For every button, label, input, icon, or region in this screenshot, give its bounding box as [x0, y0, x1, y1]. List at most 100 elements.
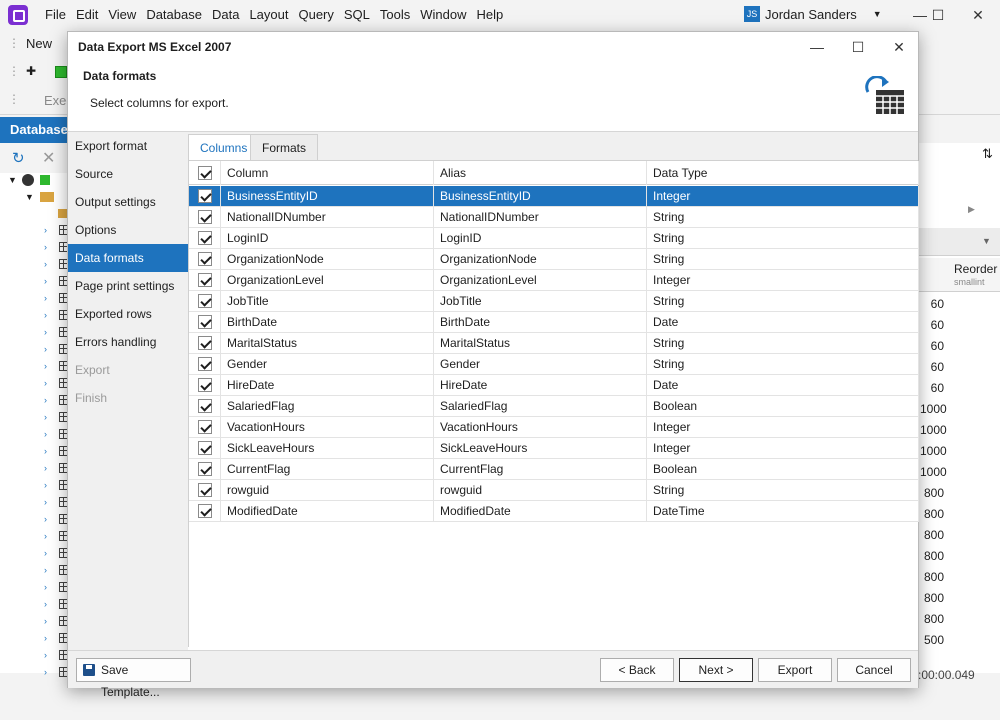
tree-row[interactable]: ›	[0, 579, 69, 596]
chevron-right-icon[interactable]: ›	[44, 582, 47, 592]
close-icon[interactable]: ✕	[960, 0, 996, 30]
chevron-right-icon[interactable]: ›	[44, 327, 47, 337]
cancel-button[interactable]: Cancel	[837, 658, 911, 682]
cell-alias[interactable]: ModifiedDate	[434, 501, 647, 522]
chevron-right-icon[interactable]: ›	[44, 565, 47, 575]
cell-alias[interactable]: HireDate	[434, 375, 647, 396]
export-button[interactable]: Export	[758, 658, 832, 682]
tree-row[interactable]: ›	[0, 307, 69, 324]
table-row[interactable]: OrganizationNode OrganizationNode String	[189, 249, 919, 270]
chevron-right-icon[interactable]: ›	[44, 310, 47, 320]
chevron-right-icon[interactable]: ›	[44, 531, 47, 541]
tree-row[interactable]: ›	[0, 664, 69, 681]
tree-row[interactable]: ›	[0, 613, 69, 630]
maximize-icon[interactable]: ☐	[840, 34, 876, 60]
row-checkbox[interactable]	[198, 399, 212, 413]
nav-item-output-settings[interactable]: Output settings	[68, 188, 188, 216]
row-checkbox[interactable]	[198, 273, 212, 287]
tree-row[interactable]: ›	[0, 443, 69, 460]
chevron-right-icon[interactable]: ›	[44, 667, 47, 677]
column-header-reorder[interactable]: Reorder smallint	[918, 258, 1000, 292]
select-all-checkbox[interactable]	[198, 166, 212, 180]
menu-query[interactable]: Query	[293, 0, 338, 30]
chevron-right-icon[interactable]: ›	[44, 616, 47, 626]
cell-alias[interactable]: BirthDate	[434, 312, 647, 333]
nav-item-data-formats[interactable]: Data formats	[68, 244, 188, 272]
close-icon[interactable]: ✕	[881, 34, 917, 60]
tree-row[interactable]: ›	[0, 494, 69, 511]
cell-alias[interactable]: BusinessEntityID	[434, 186, 647, 207]
user-menu[interactable]: JS Jordan Sanders ▼	[744, 6, 882, 22]
chevron-right-icon[interactable]: ›	[44, 412, 47, 422]
row-checkbox[interactable]	[198, 420, 212, 434]
tree-row[interactable]: ›	[0, 290, 69, 307]
cell-alias[interactable]: Gender	[434, 354, 647, 375]
table-row[interactable]: JobTitle JobTitle String	[189, 291, 919, 312]
chevron-right-icon[interactable]: ›	[44, 650, 47, 660]
nav-item-errors-handling[interactable]: Errors handling	[68, 328, 188, 356]
nav-item-options[interactable]: Options	[68, 216, 188, 244]
chevron-down-icon[interactable]: ▼	[982, 236, 991, 246]
row-checkbox[interactable]	[198, 294, 212, 308]
cell-alias[interactable]: LoginID	[434, 228, 647, 249]
chevron-right-icon[interactable]: ›	[44, 242, 47, 252]
cell-alias[interactable]: NationalIDNumber	[434, 207, 647, 228]
row-checkbox[interactable]	[198, 231, 212, 245]
back-button[interactable]: < Back	[600, 658, 674, 682]
delete-icon[interactable]: ✕	[42, 148, 55, 168]
connect-icon[interactable]: ✚	[26, 64, 36, 78]
row-checkbox[interactable]	[198, 357, 212, 371]
menu-layout[interactable]: Layout	[244, 0, 293, 30]
chevron-right-icon[interactable]: ›	[44, 225, 47, 235]
table-row[interactable]: SickLeaveHours SickLeaveHours Integer	[189, 438, 919, 459]
chevron-right-icon[interactable]: ›	[44, 480, 47, 490]
next-button[interactable]: Next >	[679, 658, 753, 682]
chevron-right-icon[interactable]: ›	[44, 446, 47, 456]
tree-row[interactable]: ›	[0, 511, 69, 528]
table-row[interactable]: BirthDate BirthDate Date	[189, 312, 919, 333]
row-checkbox[interactable]	[198, 252, 212, 266]
tree-row[interactable]: ›	[0, 647, 69, 664]
tree-row[interactable]: ›	[0, 392, 69, 409]
chevron-right-icon[interactable]: ›	[44, 361, 47, 371]
tree-row[interactable]: ›	[0, 358, 69, 375]
menu-view[interactable]: View	[103, 0, 141, 30]
chevron-right-icon[interactable]: ›	[44, 548, 47, 558]
header-alias[interactable]: Alias	[434, 161, 647, 185]
cell-alias[interactable]: rowguid	[434, 480, 647, 501]
table-row[interactable]: OrganizationLevel OrganizationLevel Intege…	[189, 270, 919, 291]
tree-row[interactable]: ›	[0, 460, 69, 477]
table-row[interactable]: CurrentFlag CurrentFlag Boolean	[189, 459, 919, 480]
table-row[interactable]: MaritalStatus MaritalStatus String	[189, 333, 919, 354]
cell-alias[interactable]: CurrentFlag	[434, 459, 647, 480]
row-checkbox[interactable]	[198, 336, 212, 350]
split-icon[interactable]: ⇅	[982, 146, 993, 162]
tree-row[interactable]: ›	[0, 545, 69, 562]
chevron-down-icon[interactable]: ▼	[25, 192, 34, 202]
tree-row[interactable]: ›	[0, 528, 69, 545]
chevron-right-icon[interactable]: ›	[44, 344, 47, 354]
cell-alias[interactable]: JobTitle	[434, 291, 647, 312]
table-row[interactable]: BusinessEntityID BusinessEntityID Integer	[189, 186, 919, 207]
tree-row[interactable]: ›	[0, 409, 69, 426]
row-checkbox[interactable]	[198, 210, 212, 224]
tree-row[interactable]: ›	[0, 630, 69, 647]
minimize-icon[interactable]: —	[799, 34, 835, 60]
tree-row[interactable]: ›	[0, 477, 69, 494]
chevron-right-icon[interactable]: ›	[44, 259, 47, 269]
menu-data[interactable]: Data	[207, 0, 244, 30]
row-checkbox[interactable]	[198, 378, 212, 392]
tree-row[interactable]: ›	[0, 596, 69, 613]
chevron-right-icon[interactable]: ›	[44, 633, 47, 643]
tree-row[interactable]: ›	[0, 256, 69, 273]
cell-alias[interactable]: SickLeaveHours	[434, 438, 647, 459]
tree-row[interactable]: ›	[0, 324, 69, 341]
row-checkbox[interactable]	[198, 189, 212, 203]
tree-row[interactable]: ›	[0, 222, 69, 239]
nav-item-source[interactable]: Source	[68, 160, 188, 188]
menu-window[interactable]: Window	[415, 0, 471, 30]
cell-alias[interactable]: VacationHours	[434, 417, 647, 438]
nav-item-page-print-settings[interactable]: Page print settings	[68, 272, 188, 300]
table-row[interactable]: Gender Gender String	[189, 354, 919, 375]
cell-alias[interactable]: SalariedFlag	[434, 396, 647, 417]
